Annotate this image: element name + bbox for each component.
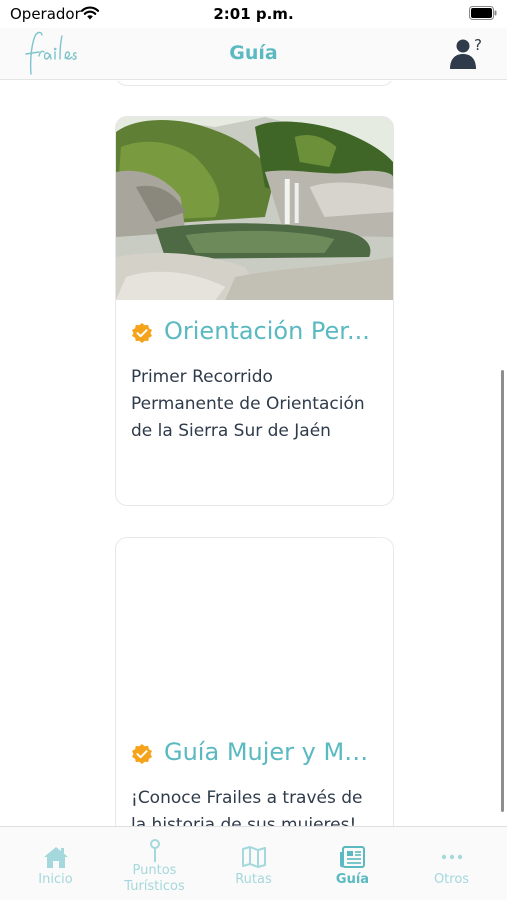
card-description: ¡Conoce Frailes a través de la historia …	[131, 788, 363, 826]
map-icon	[241, 846, 266, 868]
tab-rutas[interactable]: Rutas	[203, 827, 304, 900]
guide-list[interactable]: Orientación Per... Primer Recorrido Perm…	[0, 81, 507, 826]
tab-label: Inicio	[38, 872, 73, 887]
status-bar: Operador 2:01 p.m.	[0, 0, 507, 28]
card-header: Orientación Per...	[116, 308, 393, 360]
nav-bar: Guía ?	[0, 28, 507, 80]
card-title: Orientación Per...	[164, 317, 370, 345]
card-description: Primer Recorrido Permanente de Orientaci…	[131, 367, 365, 441]
guide-card[interactable]: Guía Mujer y Muj... ¡Conoce Frailes a tr…	[115, 537, 394, 826]
more-dots-icon	[441, 854, 462, 860]
tab-bar: Inicio Puntos Turísticos Rutas Guía Otro…	[0, 826, 507, 900]
guide-card-previous[interactable]	[115, 81, 394, 86]
guide-card[interactable]: Orientación Per... Primer Recorrido Perm…	[115, 116, 394, 506]
card-header: Guía Mujer y Muj...	[116, 729, 393, 781]
tab-label: Guía	[335, 872, 370, 887]
clock-time: 2:01 p.m.	[213, 5, 294, 23]
svg-text:?: ?	[474, 36, 482, 54]
tab-puntos-turisticos[interactable]: Puntos Turísticos	[104, 827, 205, 900]
verified-badge-icon	[132, 744, 152, 764]
page-title: Guía	[229, 42, 278, 64]
battery-icon	[469, 6, 497, 20]
tab-label: Rutas	[235, 872, 272, 887]
tab-guia[interactable]: Guía	[302, 827, 403, 900]
tab-label: Otros	[433, 872, 470, 887]
tab-otros[interactable]: Otros	[401, 827, 502, 900]
card-image-placeholder	[116, 538, 393, 721]
home-icon	[43, 847, 68, 868]
waterfall-photo	[116, 117, 393, 300]
card-title: Guía Mujer y Muj...	[164, 738, 381, 766]
scrollbar[interactable]	[501, 370, 504, 812]
verified-badge-icon	[132, 323, 152, 343]
tab-inicio[interactable]: Inicio	[5, 827, 106, 900]
map-pin-icon	[149, 839, 160, 862]
tab-label: Puntos Turísticos	[124, 863, 185, 894]
user-help-icon[interactable]: ?	[449, 36, 485, 70]
newspaper-icon	[339, 846, 365, 868]
